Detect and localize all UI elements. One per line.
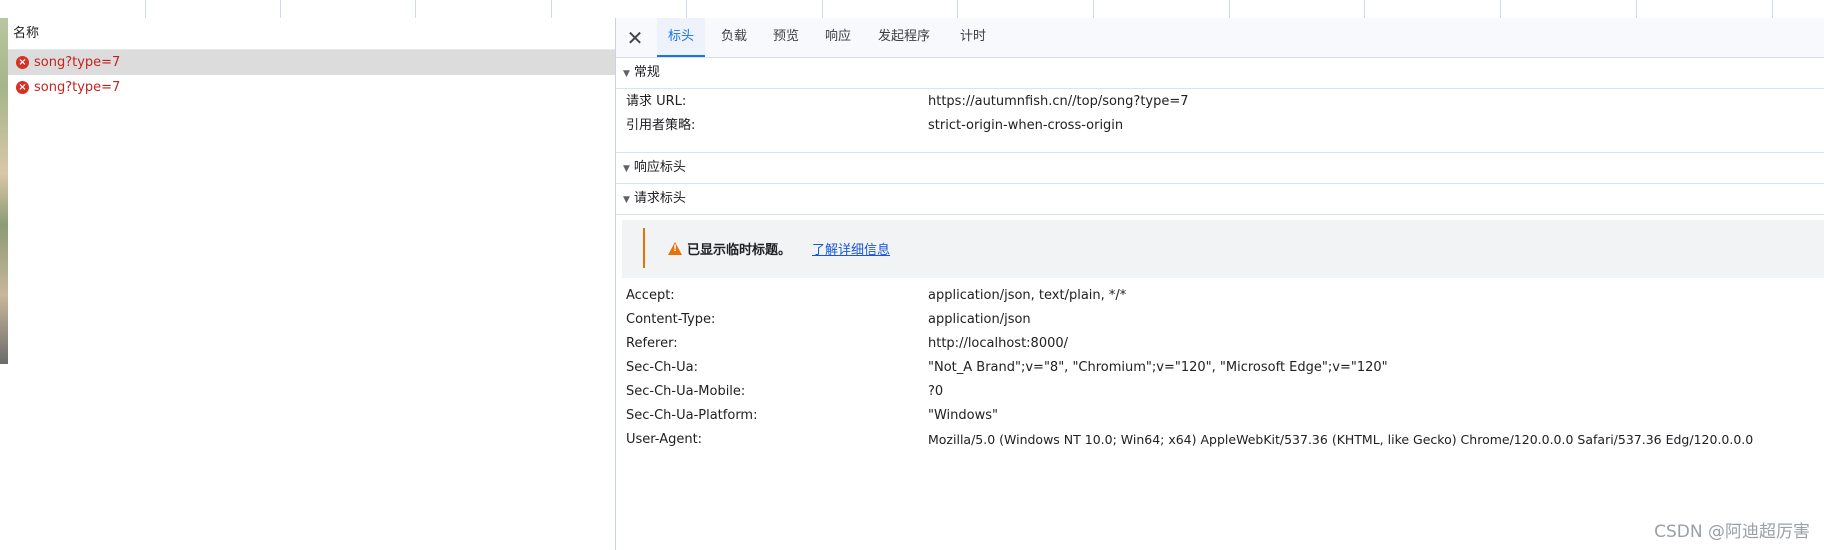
header-key: 引用者策略:	[626, 118, 696, 133]
section-title: 请求标头	[633, 191, 686, 206]
tab-timing[interactable]: 计时	[949, 18, 997, 56]
timeline-tick	[1772, 0, 1773, 18]
header-value: strict-origin-when-cross-origin	[928, 118, 1124, 133]
timeline-tick	[1229, 0, 1230, 18]
warning-accent-bar	[643, 228, 645, 268]
request-name: song?type=7	[34, 55, 121, 70]
warning-text: 已显示临时标题。	[687, 243, 792, 258]
provisional-headers-warning: 已显示临时标题。 了解详细信息	[622, 220, 1824, 278]
timeline-tick	[686, 0, 687, 18]
request-row[interactable]: × song?type=7	[8, 50, 615, 75]
error-icon: ×	[16, 81, 29, 94]
header-value: Mozilla/5.0 (Windows NT 10.0; Win64; x64…	[928, 432, 1754, 447]
details-tabbar: ✕ 标头 负载 预览 响应 发起程序 计时	[616, 18, 1824, 58]
timeline-tick	[145, 0, 146, 18]
header-value: "Not_A Brand";v="8", "Chromium";v="120",…	[928, 360, 1388, 375]
header-value: http://localhost:8000/	[928, 336, 1069, 351]
timeline-tick	[1093, 0, 1094, 18]
section-general-header[interactable]: ▼ 常规	[616, 58, 1824, 89]
request-name: song?type=7	[34, 80, 121, 95]
collapse-triangle-icon: ▼	[623, 195, 630, 205]
error-icon: ×	[16, 56, 29, 69]
background-page-image	[0, 18, 8, 364]
section-title: 响应标头	[633, 160, 686, 175]
header-value: "Windows"	[928, 408, 998, 423]
timeline-tick	[1364, 0, 1365, 18]
timeline-tick	[280, 0, 281, 18]
header-key: Accept:	[626, 288, 675, 303]
tab-response[interactable]: 响应	[814, 18, 862, 56]
timeline-tick	[415, 0, 416, 18]
watermark: CSDN @阿迪超厉害	[1654, 522, 1810, 542]
tab-headers[interactable]: 标头	[657, 18, 706, 57]
waterfall-timeline	[0, 0, 1824, 19]
request-details-panel: ✕ 标头 负载 预览 响应 发起程序 计时 ▼ 常规 请求 URL: https:…	[616, 18, 1824, 550]
collapse-triangle-icon: ▼	[623, 164, 630, 174]
section-response-headers-header[interactable]: ▼ 响应标头	[616, 152, 1824, 184]
timeline-tick	[1500, 0, 1501, 18]
header-value: application/json	[928, 312, 1031, 327]
tab-payload[interactable]: 负载	[710, 18, 758, 56]
tab-preview[interactable]: 预览	[762, 18, 810, 56]
section-request-headers-header[interactable]: ▼ 请求标头	[616, 184, 1824, 215]
header-value: ?0	[928, 384, 944, 399]
collapse-triangle-icon: ▼	[623, 69, 630, 79]
header-key: Referer:	[626, 336, 678, 351]
warning-icon	[668, 242, 682, 255]
devtools-network-panel: 名称 × song?type=7 × song?type=7 ✕ 标头 负载 预…	[0, 0, 1824, 550]
tab-initiator[interactable]: 发起程序	[867, 18, 941, 56]
header-key: User-Agent:	[626, 432, 703, 447]
header-key: Sec-Ch-Ua-Platform:	[626, 408, 758, 423]
timeline-tick	[822, 0, 823, 18]
request-row[interactable]: × song?type=7	[8, 75, 615, 100]
timeline-tick	[957, 0, 958, 18]
request-list-panel: 名称 × song?type=7 × song?type=7	[8, 18, 616, 550]
learn-more-link[interactable]: 了解详细信息	[812, 239, 890, 258]
column-header-name[interactable]: 名称	[8, 18, 615, 50]
timeline-tick	[1636, 0, 1637, 18]
timeline-tick	[551, 0, 552, 18]
header-key: Sec-Ch-Ua:	[626, 360, 698, 375]
header-key: 请求 URL:	[626, 94, 687, 109]
close-icon[interactable]: ✕	[624, 27, 646, 49]
section-title: 常规	[633, 65, 660, 80]
header-value: https://autumnfish.cn//top/song?type=7	[928, 94, 1189, 109]
header-key: Content-Type:	[626, 312, 716, 327]
header-key: Sec-Ch-Ua-Mobile:	[626, 384, 746, 399]
header-value: application/json, text/plain, */*	[928, 288, 1127, 303]
